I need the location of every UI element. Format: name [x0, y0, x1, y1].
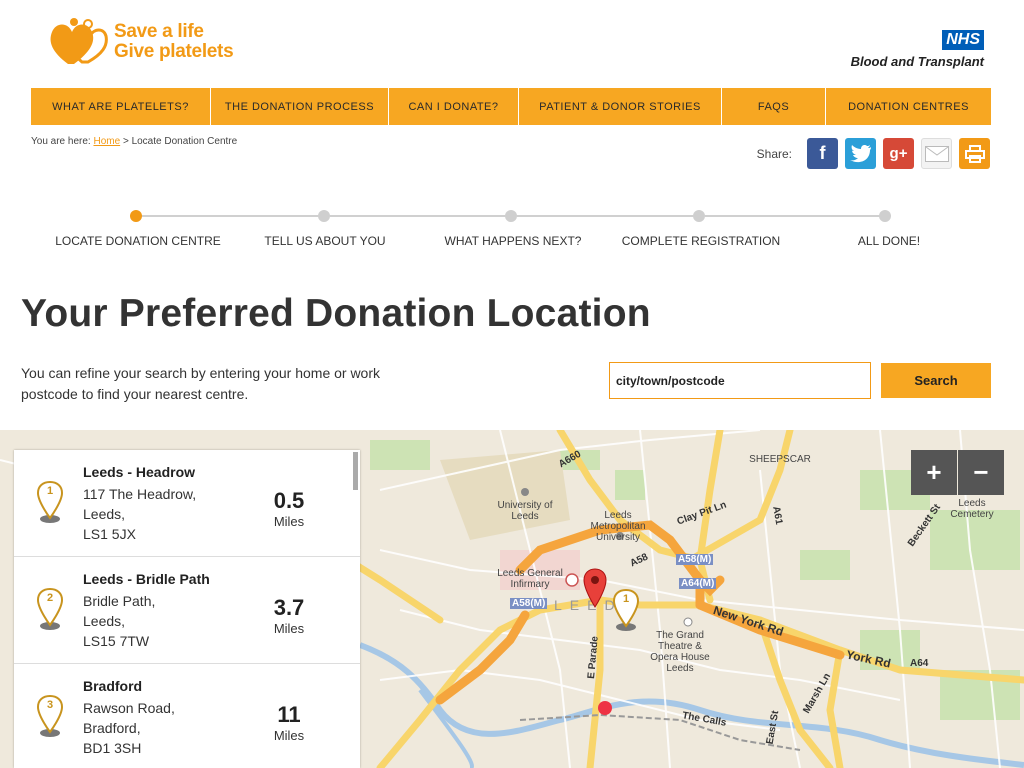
search-button[interactable]: Search: [881, 363, 991, 398]
email-icon[interactable]: [921, 138, 952, 169]
result-address: 117 The Headrow, Leeds, LS1 5JX: [83, 484, 196, 544]
map-label-lgi: Leeds General Infirmary: [497, 568, 563, 590]
breadcrumb-current: Locate Donation Centre: [131, 136, 238, 147]
result-distance: 3.7: [273, 595, 305, 620]
map[interactable]: University of Leeds Leeds Metropolitan U…: [0, 430, 1024, 768]
result-item[interactable]: 2 Leeds - Bridle Path Bridle Path, Leeds…: [14, 557, 360, 664]
result-distance: 0.5: [273, 488, 305, 513]
result-distance-unit: Miles: [273, 728, 305, 743]
step-dot-4: [693, 210, 705, 222]
result-item[interactable]: 3 Bradford Rawson Road, Bradford, BD1 3S…: [14, 664, 360, 768]
nav-donation-process[interactable]: THE DONATION PROCESS: [211, 88, 389, 125]
breadcrumb-separator: >: [122, 136, 129, 147]
results-panel: 1 Leeds - Headrow 117 The Headrow, Leeds…: [14, 450, 360, 768]
logo-line-2: Give platelets: [114, 41, 234, 62]
result-name: Bradford: [83, 678, 143, 694]
road-label-a64m: A64(M): [679, 578, 717, 589]
breadcrumb: You are here: Home > Locate Donation Cen…: [31, 136, 237, 147]
road-label-a64: A64: [910, 658, 929, 669]
step-label-complete: COMPLETE REGISTRATION: [621, 234, 781, 248]
nav-patient-donor-stories[interactable]: PATIENT & DONOR STORIES: [519, 88, 722, 125]
nav-faqs[interactable]: FAQS: [722, 88, 826, 125]
result-number: 3: [46, 699, 54, 711]
step-label-what-happens: WHAT HAPPENS NEXT?: [444, 234, 582, 248]
twitter-icon[interactable]: [845, 138, 876, 169]
step-connector: [142, 215, 318, 217]
road-label-a58m: A58(M): [676, 554, 714, 565]
step-label-tell-us: TELL US ABOUT YOU: [264, 234, 386, 248]
share-label: Share:: [756, 146, 792, 161]
address-line: 117 The Headrow,: [83, 486, 197, 502]
step-dot-3: [505, 210, 517, 222]
address-line: BD1 3SH: [83, 740, 142, 756]
map-label-university: University of Leeds: [497, 500, 553, 522]
result-address: Bridle Path, Leeds, LS15 7TW: [83, 591, 155, 651]
zoom-in-button[interactable]: +: [911, 450, 957, 495]
map-label-metropolitan: Leeds Metropolitan University: [590, 510, 646, 543]
share-bar: Share: f g+: [757, 138, 990, 169]
address-line: LS15 7TW: [83, 633, 150, 649]
facebook-icon[interactable]: f: [807, 138, 838, 169]
nav-what-are-platelets[interactable]: WHAT ARE PLATELETS?: [31, 88, 211, 125]
result-number: 2: [46, 592, 54, 604]
intro-text: You can refine your search by entering y…: [21, 365, 381, 402]
nhs-badge: NHS: [942, 30, 984, 50]
site-logo[interactable]: Save a life Give platelets: [48, 16, 234, 68]
nav-donation-centres[interactable]: DONATION CENTRES: [826, 88, 991, 125]
zoom-out-button[interactable]: −: [958, 450, 1004, 495]
address-line: Leeds,: [83, 506, 126, 522]
address-line: Bradford,: [83, 720, 141, 736]
map-label-cemetery: Leeds Cemetery: [950, 498, 994, 520]
result-distance-unit: Miles: [273, 514, 305, 529]
map-label-sheepscar: SHEEPSCAR: [749, 454, 811, 465]
nhs-subtitle: Blood and Transplant: [850, 54, 984, 69]
step-dot-1: [130, 210, 142, 222]
nav-can-i-donate[interactable]: CAN I DONATE?: [389, 88, 519, 125]
current-location-marker-icon[interactable]: [583, 568, 607, 608]
google-plus-icon[interactable]: g+: [883, 138, 914, 169]
address-line: Leeds,: [83, 613, 126, 629]
logo-tagline: Save a life Give platelets: [114, 21, 234, 62]
location-search-input[interactable]: [609, 362, 871, 399]
map-label-grand-theatre: The Grand Theatre & Opera House Leeds: [650, 630, 710, 674]
step-label-locate: LOCATE DONATION CENTRE: [55, 234, 221, 248]
address-line: Rawson Road,: [83, 700, 175, 716]
step-connector: [517, 215, 693, 217]
step-connector: [330, 215, 505, 217]
result-number: 1: [46, 485, 54, 497]
breadcrumb-prefix: You are here:: [31, 136, 91, 147]
result-distance: 11: [277, 702, 301, 727]
result-address: Rawson Road, Bradford, BD1 3SH: [83, 698, 175, 758]
address-line: Bridle Path,: [83, 593, 156, 609]
step-connector: [705, 215, 879, 217]
result-item[interactable]: 1 Leeds - Headrow 117 The Headrow, Leeds…: [14, 450, 360, 557]
result-name: Leeds - Bridle Path: [83, 571, 210, 587]
result-name: Leeds - Headrow: [83, 464, 196, 480]
logo-line-1: Save a life: [114, 21, 204, 42]
main-nav: WHAT ARE PLATELETS? THE DONATION PROCESS…: [31, 88, 991, 125]
marker-number: 1: [622, 593, 630, 605]
hearts-logo-icon: [48, 16, 108, 68]
step-dot-2: [318, 210, 330, 222]
page-title: Your Preferred Donation Location: [21, 292, 651, 335]
address-line: LS1 5JX: [83, 526, 136, 542]
nhs-logo[interactable]: NHS Blood and Transplant: [851, 30, 984, 69]
step-dot-5: [879, 210, 891, 222]
result-distance-unit: Miles: [273, 621, 305, 636]
print-icon[interactable]: [959, 138, 990, 169]
step-label-done: ALL DONE!: [857, 234, 921, 248]
road-label-a58m-west: A58(M): [510, 598, 548, 609]
breadcrumb-home-link[interactable]: Home: [93, 136, 120, 147]
